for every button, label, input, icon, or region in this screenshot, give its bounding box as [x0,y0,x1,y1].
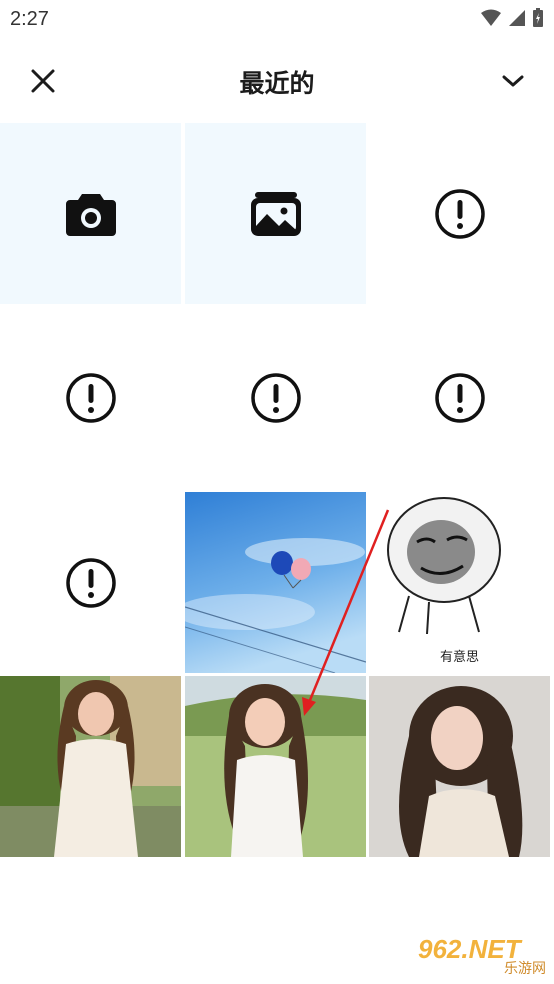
photo-woman-portrait[interactable] [369,676,550,857]
album-dropdown-button[interactable] [498,66,528,96]
media-tile-error[interactable] [0,307,181,488]
balloons-sky-thumbnail [185,492,366,673]
camera-tile[interactable] [0,123,181,304]
error-icon [65,557,116,608]
signal-icon [509,10,525,26]
photo-woman-garden[interactable] [0,676,181,857]
meme-caption: 有意思 [439,649,479,664]
error-icon [250,372,301,423]
error-icon [434,372,485,423]
wifi-icon [481,9,501,26]
error-icon [434,188,485,239]
photo-woman-hill[interactable] [185,676,366,857]
gallery-tile[interactable] [185,123,366,304]
watermark-sub: 乐游网 [504,960,546,976]
chevron-down-icon [502,75,524,87]
status-icons [480,8,544,28]
woman-hill-thumbnail [185,676,366,857]
picker-header: 最近的 [0,50,554,110]
error-icon [65,372,116,423]
woman-garden-thumbnail [0,676,181,857]
photo-balloons-sky[interactable] [185,492,366,673]
media-tile-error[interactable] [369,123,550,304]
battery-icon [533,8,543,27]
gallery-icon [250,191,301,236]
media-tile-error[interactable] [0,492,181,673]
status-time: 2:27 [10,8,49,30]
camera-icon [65,193,116,236]
media-tile-error[interactable] [185,307,366,488]
status-bar: 2:27 [0,0,554,38]
photo-meme[interactable]: 有意思 [369,492,550,673]
album-title[interactable]: 最近的 [0,64,554,100]
media-tile-error[interactable] [369,307,550,488]
watermark-logo: 962.NET 乐游网 [414,934,550,980]
woman-portrait-thumbnail [369,676,550,857]
